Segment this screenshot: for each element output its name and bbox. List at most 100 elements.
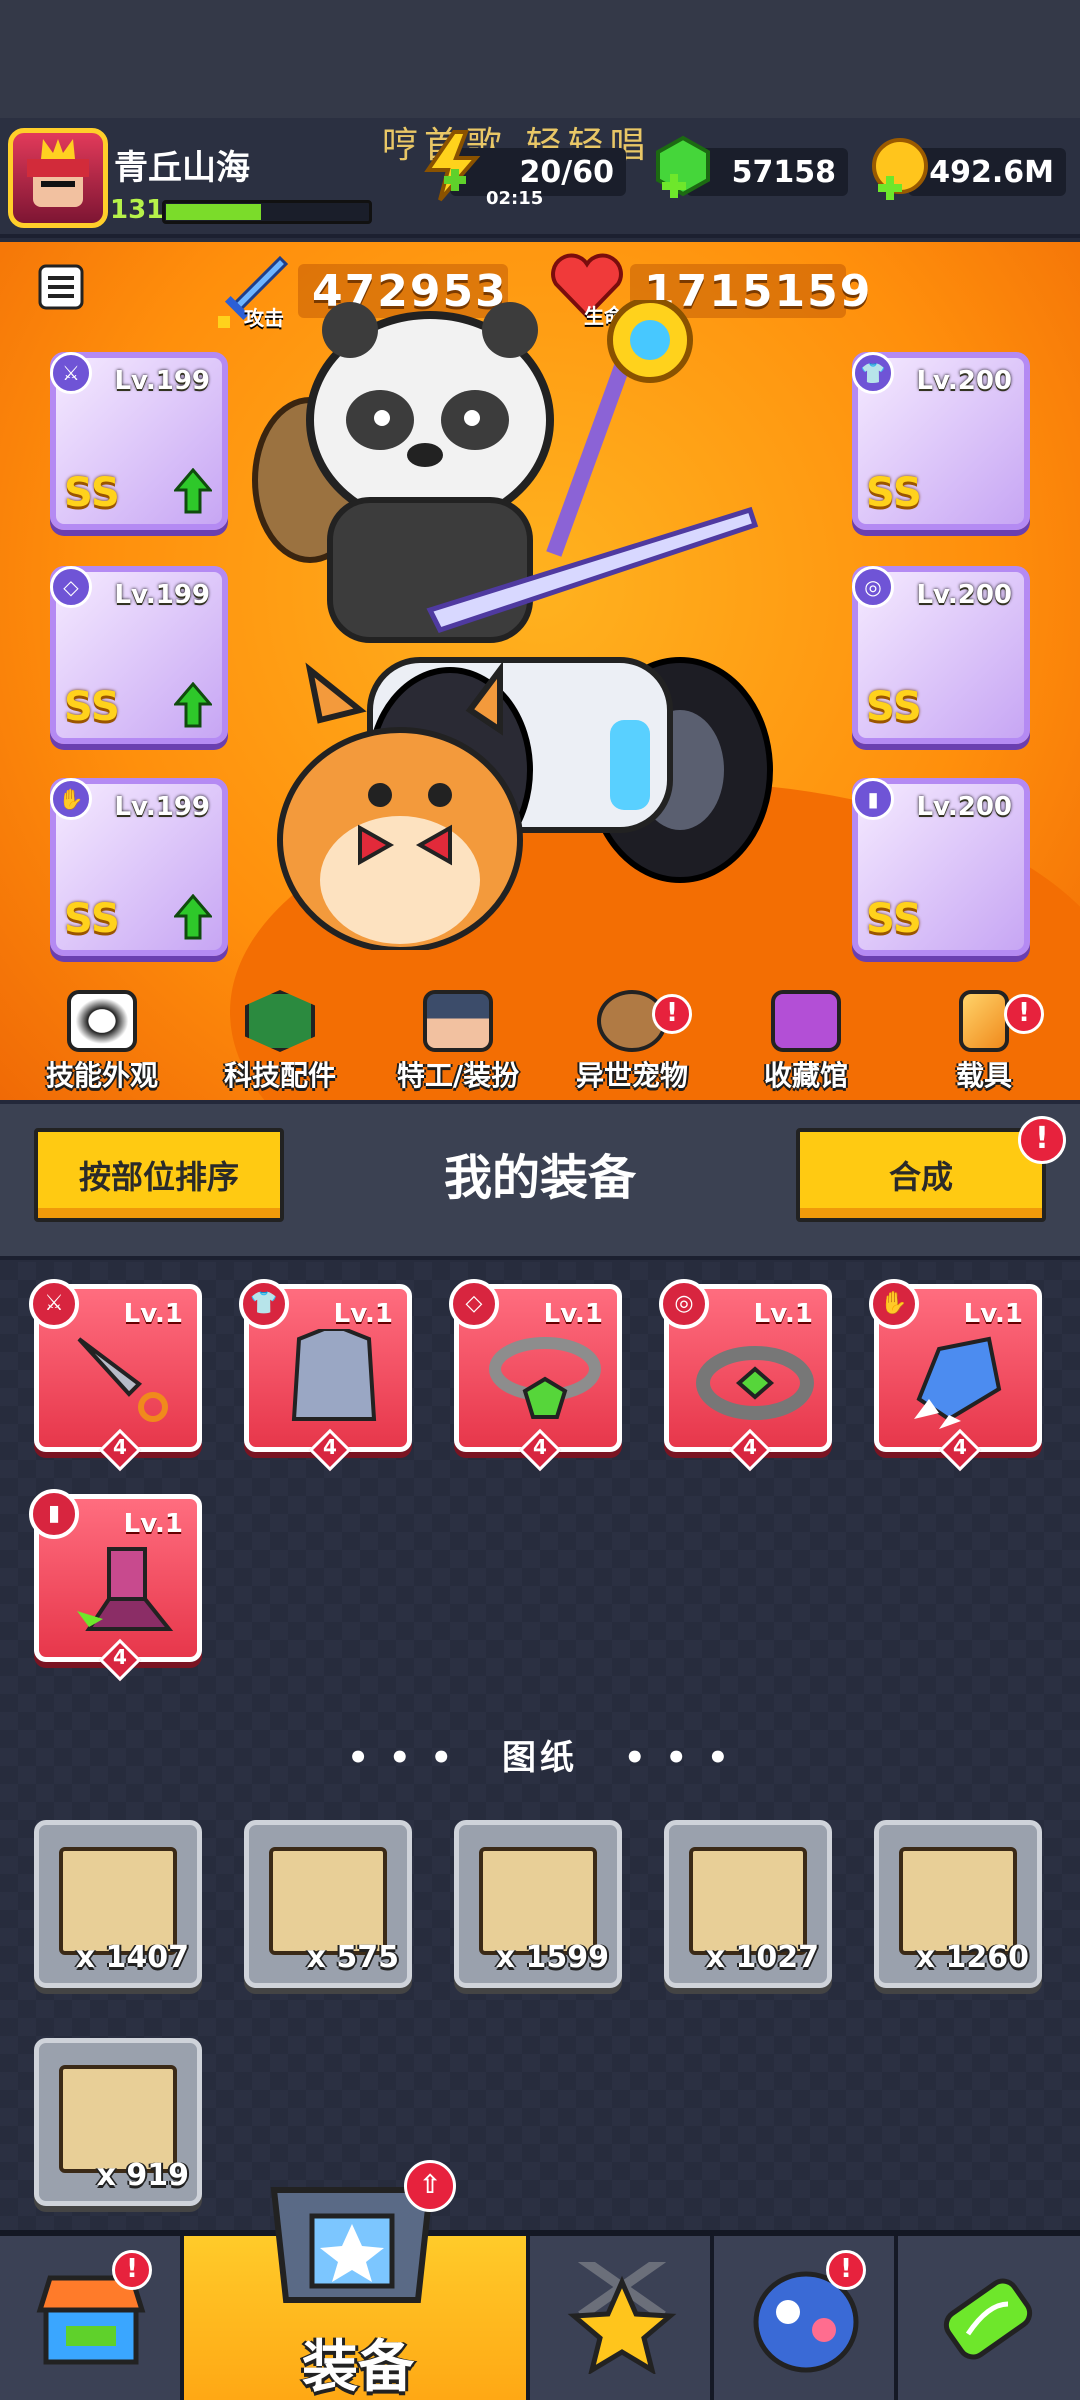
nav-shop[interactable]: !: [0, 2236, 184, 2400]
vehicles-alert-badge: !: [1004, 994, 1044, 1034]
inventory-item-card[interactable]: ▮ Lv.1 4: [29, 1489, 202, 1682]
blueprints-title-text: 图纸: [502, 1738, 578, 1778]
blueprint-count: x 1599: [495, 1940, 609, 1975]
boot-item-icon: [77, 1547, 174, 1631]
blueprint-count: x 575: [306, 1940, 399, 1975]
menu-label: 载具: [955, 1059, 1012, 1092]
necklace-icon: ◇: [50, 566, 92, 608]
equipped-armor-card[interactable]: 👕 Lv.200 SS: [852, 352, 1030, 530]
armor-item-icon: [291, 1329, 377, 1421]
grade-badge: SS: [866, 470, 922, 516]
energy-timer: 02:15: [486, 188, 544, 209]
menu-label: 收藏馆: [763, 1059, 848, 1092]
item-level: Lv.1: [963, 1299, 1023, 1329]
item-count: 4: [743, 1435, 757, 1459]
item-level: Lv.1: [333, 1299, 393, 1329]
list-menu-icon[interactable]: [38, 264, 84, 310]
menu-label: 科技配件: [223, 1059, 336, 1092]
hero-character-image: [252, 300, 773, 950]
equipped-level: Lv.200: [916, 366, 1012, 396]
menu-tech-parts[interactable]: 科技配件: [200, 990, 360, 1100]
energy-value: 20/60: [519, 154, 614, 190]
menu-label: 异世宠物: [575, 1059, 688, 1092]
inventory-item-card[interactable]: 👕 Lv.1 4: [239, 1279, 412, 1472]
weapon-icon: ⚔: [29, 1279, 79, 1329]
player-level: 131: [110, 195, 165, 225]
blueprint-card[interactable]: x 1599: [454, 1820, 622, 1988]
belt-blueprint-icon: [689, 1847, 807, 1955]
avatar[interactable]: [8, 128, 108, 228]
belt-icon: ◎: [852, 566, 894, 608]
item-count: 4: [323, 1435, 337, 1459]
item-level: Lv.1: [123, 1299, 183, 1329]
section-title: 我的装备: [443, 1150, 636, 1206]
soccer-ball-icon: [67, 990, 137, 1052]
energy-bolt-icon: [424, 130, 481, 202]
shop-alert-badge: !: [112, 2250, 152, 2290]
blueprints-title: • • • 图纸 • • •: [340, 1730, 740, 1779]
item-level: Lv.1: [753, 1299, 813, 1329]
blueprint-card[interactable]: x 919: [34, 2038, 202, 2206]
equipped-boots-card[interactable]: ▮ Lv.200 SS: [852, 778, 1030, 956]
blueprint-count: x 1260: [915, 1940, 1029, 1975]
gem-icon[interactable]: [652, 134, 714, 204]
belt-item-icon: [696, 1346, 814, 1420]
equipped-level: Lv.200: [916, 580, 1012, 610]
agent-head-icon: [423, 990, 493, 1052]
inventory-item-card[interactable]: ⚔ Lv.1 4: [29, 1279, 202, 1472]
inventory-item-card[interactable]: ◇ Lv.1 4: [449, 1279, 622, 1472]
blueprint-card[interactable]: x 1027: [664, 1820, 832, 1988]
item-count: 4: [113, 1645, 127, 1669]
equipped-level: Lv.200: [916, 792, 1012, 822]
boots-icon: ▮: [852, 778, 894, 820]
necklace-icon: ◇: [449, 1279, 499, 1329]
equipment-upgrade-badge: ⇧: [404, 2160, 456, 2212]
blueprint-card[interactable]: x 575: [244, 1820, 412, 1988]
blueprint-card[interactable]: x 1407: [34, 1820, 202, 1988]
boots-blueprint-icon: [59, 2065, 177, 2173]
star-swords-icon: [567, 2262, 677, 2374]
nav-eggs[interactable]: !: [714, 2236, 898, 2400]
nav-talent[interactable]: [530, 2236, 714, 2400]
grade-badge: SS: [64, 896, 120, 942]
belt-icon: ◎: [659, 1279, 709, 1329]
armor-icon: 👕: [239, 1279, 289, 1329]
armor-blueprint-icon: [269, 1847, 387, 1955]
status-bar: [0, 0, 1080, 118]
weapon-icon: ⚔: [50, 352, 92, 394]
xp-bar-fill: [166, 204, 261, 220]
glove-icon: ✋: [50, 778, 92, 820]
boots-icon: ▮: [29, 1489, 79, 1539]
player-name: 青丘山海: [114, 148, 250, 188]
necklace-blueprint-icon: [479, 1847, 597, 1955]
coin-counter[interactable]: 492.6M: [908, 148, 1066, 196]
nav-lab[interactable]: [898, 2236, 1080, 2400]
kunai-icon: [77, 1337, 168, 1422]
item-count: 4: [113, 1435, 127, 1459]
blueprint-count: x 1027: [705, 1940, 819, 1975]
item-count: 4: [533, 1435, 547, 1459]
inventory-item-card[interactable]: ✋ Lv.1 4: [869, 1279, 1042, 1472]
equipped-belt-card[interactable]: ◎ Lv.200 SS: [852, 566, 1030, 744]
equipped-glove-card[interactable]: ✋ Lv.199 SS: [50, 778, 228, 956]
menu-agent-outfit[interactable]: 特工/装扮: [378, 990, 538, 1100]
menu-skill-skins[interactable]: 技能外观: [22, 990, 182, 1100]
equipped-necklace-card[interactable]: ◇ Lv.199 SS: [50, 566, 228, 744]
blueprint-count: x 1407: [75, 1940, 189, 1975]
blueprint-card[interactable]: x 1260: [874, 1820, 1042, 1988]
upgrade-arrow-icon: [174, 468, 212, 514]
ninja-avatar-icon: [27, 139, 89, 207]
claw-glove-icon: [914, 1336, 1002, 1429]
equipped-weapon-card[interactable]: ⚔ Lv.199 SS: [50, 352, 228, 530]
equipped-level: Lv.199: [114, 792, 210, 822]
menu-collection[interactable]: 收藏馆: [726, 990, 886, 1100]
coin-icon[interactable]: [868, 136, 930, 206]
merge-button[interactable]: 合成: [796, 1128, 1046, 1222]
menu-label: 特工/装扮: [396, 1059, 520, 1092]
armor-icon: 👕: [852, 352, 894, 394]
inventory-item-card[interactable]: ◎ Lv.1 4: [659, 1279, 832, 1472]
skateboard-icon: [959, 990, 1009, 1052]
item-count: 4: [953, 1435, 967, 1459]
treasure-chest-icon: [771, 990, 841, 1052]
sort-by-slot-button[interactable]: 按部位排序: [34, 1128, 284, 1222]
